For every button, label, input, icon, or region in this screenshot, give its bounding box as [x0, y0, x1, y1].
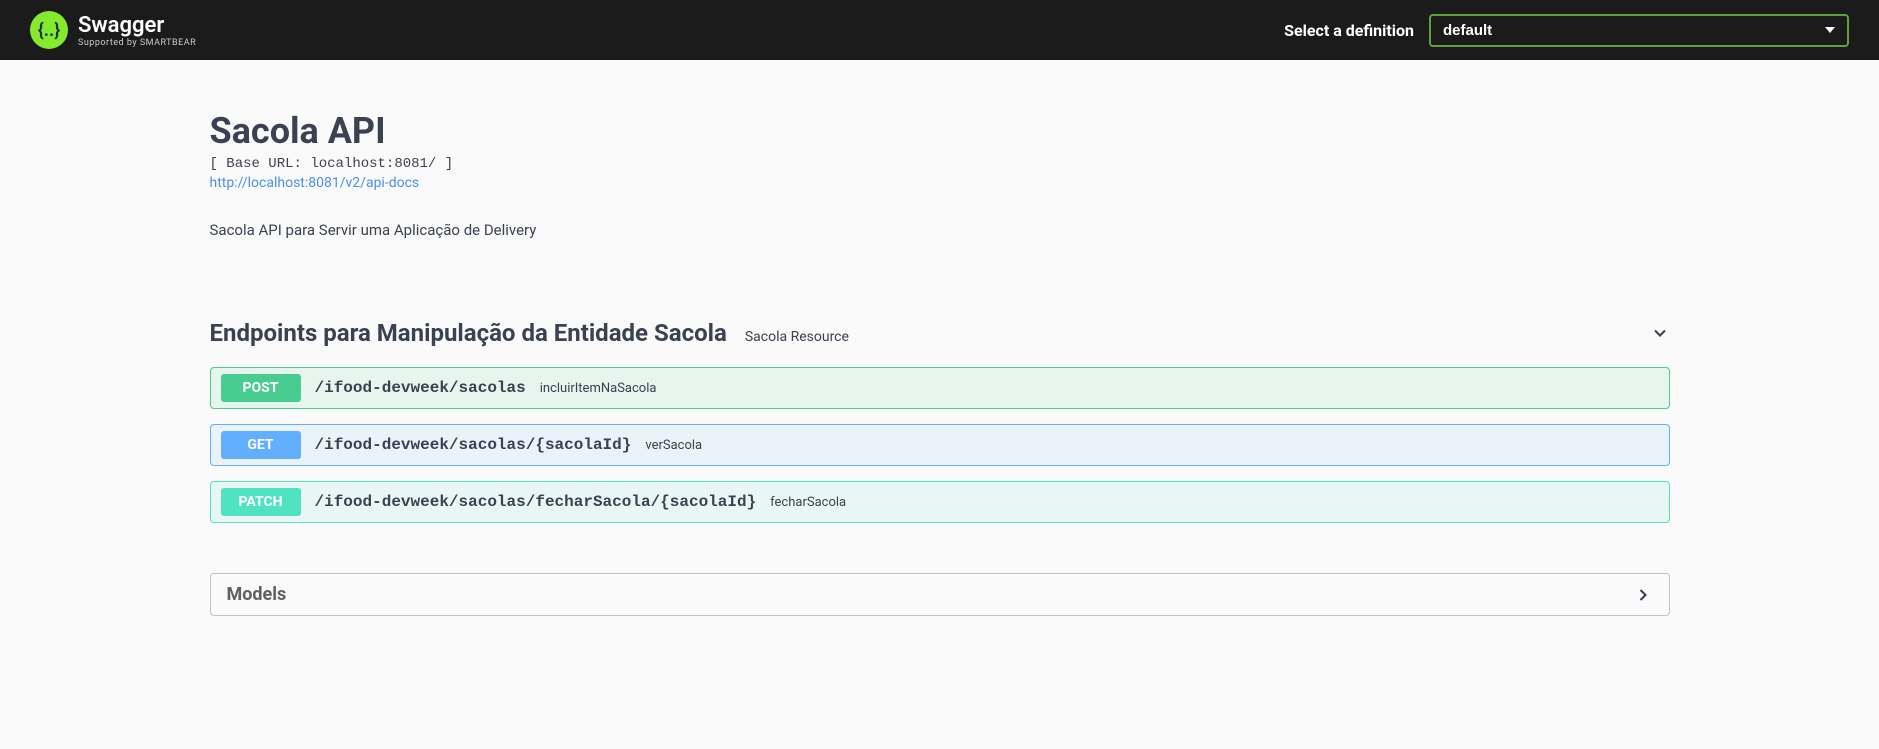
operation-path: /ifood-devweek/sacolas/{sacolaId} [315, 436, 632, 454]
operation-get[interactable]: GET /ifood-devweek/sacolas/{sacolaId} ve… [210, 424, 1670, 466]
definition-select[interactable]: default [1429, 14, 1849, 47]
operation-path: /ifood-devweek/sacolas/fecharSacola/{sac… [315, 493, 757, 511]
logo-subtext: Supported by SMARTBEAR [78, 38, 196, 48]
models-section: Models [210, 573, 1670, 616]
base-url: [ Base URL: localhost:8081/ ] [210, 156, 1670, 172]
swagger-icon: {..} [30, 11, 68, 49]
models-header[interactable]: Models [211, 574, 1669, 615]
tag-header[interactable]: Endpoints para Manipulação da Entidade S… [210, 309, 1670, 357]
operation-summary: fecharSacola [770, 495, 846, 510]
operations-list: POST /ifood-devweek/sacolas incluirItemN… [210, 367, 1670, 523]
operation-summary: incluirItemNaSacola [540, 381, 657, 396]
tag-description: Sacola Resource [745, 329, 849, 345]
topbar-right: Select a definition default [1284, 14, 1849, 47]
method-badge: PATCH [221, 488, 301, 516]
api-title: Sacola API [210, 110, 1670, 152]
method-badge: POST [221, 374, 301, 402]
tag-name: Endpoints para Manipulação da Entidade S… [210, 319, 727, 347]
chevron-right-icon [1633, 585, 1653, 605]
operation-summary: verSacola [645, 438, 702, 453]
topbar: {..} Swagger Supported by SMARTBEAR Sele… [0, 0, 1879, 60]
definition-select-label: Select a definition [1284, 21, 1414, 40]
api-description: Sacola API para Servir uma Aplicação de … [210, 221, 1670, 239]
chevron-down-icon [1650, 323, 1670, 343]
models-title: Models [227, 584, 287, 605]
operation-post[interactable]: POST /ifood-devweek/sacolas incluirItemN… [210, 367, 1670, 409]
operation-path: /ifood-devweek/sacolas [315, 379, 526, 397]
main-container: Sacola API [ Base URL: localhost:8081/ ]… [210, 60, 1670, 646]
logo[interactable]: {..} Swagger Supported by SMARTBEAR [30, 11, 196, 49]
tag-section: Endpoints para Manipulação da Entidade S… [210, 309, 1670, 523]
operation-patch[interactable]: PATCH /ifood-devweek/sacolas/fecharSacol… [210, 481, 1670, 523]
method-badge: GET [221, 431, 301, 459]
logo-text: Swagger [78, 13, 164, 38]
api-docs-link[interactable]: http://localhost:8081/v2/api-docs [210, 175, 420, 191]
